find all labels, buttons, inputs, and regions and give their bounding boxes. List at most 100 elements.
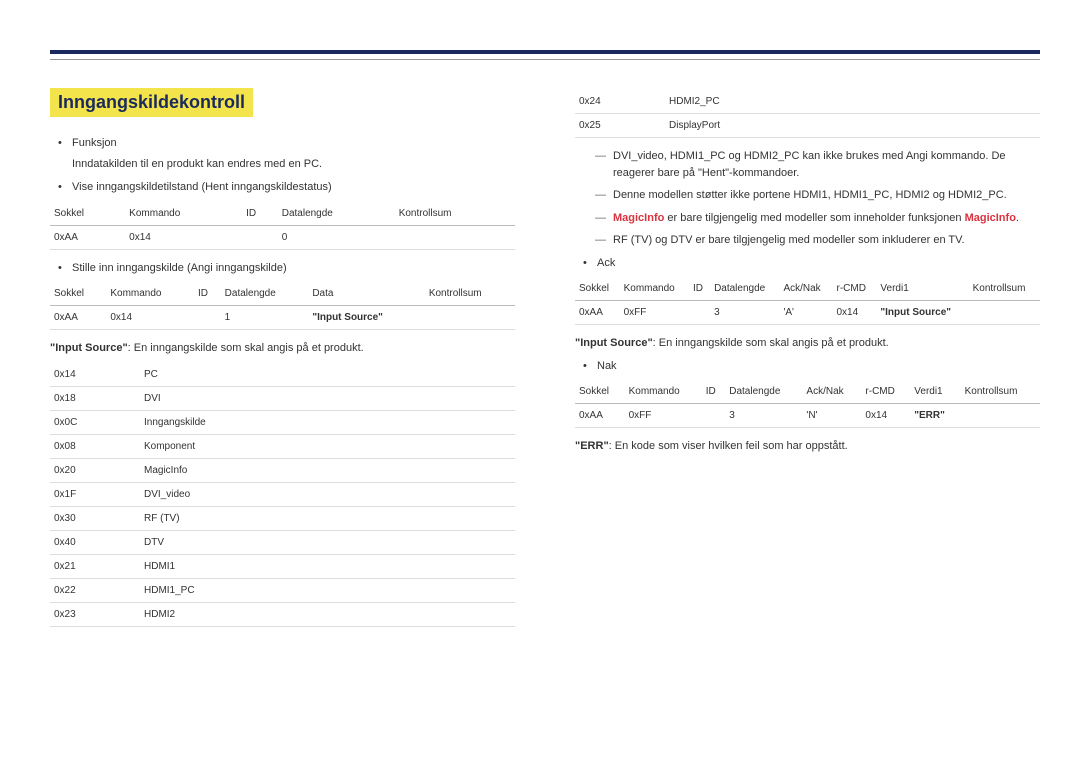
- top-divider: [50, 50, 1040, 60]
- th: Ack/Nak: [802, 380, 861, 404]
- table-row: 0x25DisplayPort: [575, 114, 1040, 138]
- td: 'A': [779, 301, 832, 325]
- td: 0xAA: [575, 404, 625, 428]
- ack-bullet: Ack: [587, 255, 1040, 272]
- td: [969, 301, 1040, 325]
- get-status-table: Sokkel Kommando ID Datalengde Kontrollsu…: [50, 202, 515, 250]
- table-row: 0x40DTV: [50, 530, 515, 554]
- table-row: 0x0CInngangskilde: [50, 410, 515, 434]
- td: "Input Source": [308, 306, 425, 330]
- section-heading: Inngangskildekontroll: [50, 88, 253, 117]
- funksjon-text: Inndatakilden til en produkt kan endres …: [72, 156, 515, 174]
- table-row: 0x20MagicInfo: [50, 458, 515, 482]
- left-column: Inngangskildekontroll Funksjon Inndataki…: [50, 88, 515, 637]
- td: HDMI1_PC: [140, 578, 515, 602]
- td: 0x14: [50, 363, 140, 387]
- td: [689, 301, 710, 325]
- th: r-CMD: [833, 277, 877, 301]
- td: 0x22: [50, 578, 140, 602]
- td: 0x18: [50, 386, 140, 410]
- td: HDMI2: [140, 602, 515, 626]
- table-row: 0x30RF (TV): [50, 506, 515, 530]
- th: Kontrollsum: [969, 277, 1040, 301]
- nak-bullet: Nak: [587, 358, 1040, 375]
- period: .: [1016, 212, 1019, 224]
- td: Komponent: [140, 434, 515, 458]
- td: 0x24: [575, 90, 665, 114]
- td: [395, 225, 515, 249]
- td: 0x30: [50, 506, 140, 530]
- ack-table: Sokkel Kommando ID Datalengde Ack/Nak r-…: [575, 277, 1040, 325]
- td: DTV: [140, 530, 515, 554]
- th: Sokkel: [50, 202, 125, 226]
- th: Datalengde: [725, 380, 802, 404]
- table-row: 0xAA 0xFF 3 'N' 0x14 "ERR": [575, 404, 1040, 428]
- td: RF (TV): [140, 506, 515, 530]
- table-row: 0x18DVI: [50, 386, 515, 410]
- td: [194, 306, 221, 330]
- funksjon-bullet: Funksjon Inndatakilden til en produkt ka…: [62, 135, 515, 173]
- td: [961, 404, 1040, 428]
- magicinfo-label: MagicInfo: [613, 212, 664, 224]
- th: Verdi1: [876, 277, 968, 301]
- td: "Input Source": [876, 301, 968, 325]
- right-column: 0x24HDMI2_PC 0x25DisplayPort DVI_video, …: [575, 88, 1040, 637]
- table-row: 0xAA 0x14 0: [50, 225, 515, 249]
- table-row: 0xAA 0xFF 3 'A' 0x14 "Input Source": [575, 301, 1040, 325]
- td: 'N': [802, 404, 861, 428]
- note-dvi: DVI_video, HDMI1_PC og HDMI2_PC kan ikke…: [599, 148, 1040, 181]
- td: [702, 404, 725, 428]
- note-text: er bare tilgjengelig med modeller som in…: [664, 212, 964, 224]
- note-magicinfo: MagicInfo er bare tilgjengelig med model…: [599, 210, 1040, 227]
- th: ID: [242, 202, 278, 226]
- td: 0x08: [50, 434, 140, 458]
- table-row: 0x1FDVI_video: [50, 482, 515, 506]
- note-rf: RF (TV) og DTV er bare tilgjengelig med …: [599, 232, 1040, 249]
- td: Inngangskilde: [140, 410, 515, 434]
- th: ID: [689, 277, 710, 301]
- td: 0x14: [106, 306, 194, 330]
- td: 0x14: [861, 404, 910, 428]
- td: 0x40: [50, 530, 140, 554]
- vise-bullet: Vise inngangskildetilstand (Hent inngang…: [62, 179, 515, 196]
- table-row: 0x24HDMI2_PC: [575, 90, 1040, 114]
- td: 0x1F: [50, 482, 140, 506]
- th: Data: [308, 282, 425, 306]
- td: 3: [710, 301, 779, 325]
- desc-text: : En inngangskilde som skal angis på et …: [128, 342, 364, 354]
- magicinfo-label-2: MagicInfo: [965, 212, 1016, 224]
- err-text: : En kode som viser hvilken feil som har…: [609, 440, 848, 452]
- th: Kontrollsum: [425, 282, 515, 306]
- note-model: Denne modellen støtter ikke portene HDMI…: [599, 187, 1040, 204]
- desc-label: "Input Source": [575, 337, 653, 349]
- set-source-table: Sokkel Kommando ID Datalengde Data Kontr…: [50, 282, 515, 330]
- th: Datalengde: [221, 282, 309, 306]
- td: DVI_video: [140, 482, 515, 506]
- source-codes-table: 0x14PC 0x18DVI 0x0CInngangskilde 0x08Kom…: [50, 363, 515, 627]
- th: Ack/Nak: [779, 277, 832, 301]
- desc-text: : En inngangskilde som skal angis på et …: [653, 337, 889, 349]
- desc-label: "Input Source": [50, 342, 128, 354]
- nak-table: Sokkel Kommando ID Datalengde Ack/Nak r-…: [575, 380, 1040, 428]
- td: 0xAA: [575, 301, 620, 325]
- td: [242, 225, 278, 249]
- td: 0: [278, 225, 395, 249]
- td: "ERR": [910, 404, 960, 428]
- th: Datalengde: [710, 277, 779, 301]
- td: 0x14: [833, 301, 877, 325]
- two-column-layout: Inngangskildekontroll Funksjon Inndataki…: [50, 88, 1040, 637]
- input-source-desc: "Input Source": En inngangskilde som ska…: [50, 340, 515, 357]
- table-row: 0x23HDMI2: [50, 602, 515, 626]
- td: DisplayPort: [665, 114, 1040, 138]
- th: r-CMD: [861, 380, 910, 404]
- td: 1: [221, 306, 309, 330]
- td: 0x25: [575, 114, 665, 138]
- th: Kontrollsum: [961, 380, 1040, 404]
- err-label: "ERR": [575, 440, 609, 452]
- td: 0x21: [50, 554, 140, 578]
- td: DVI: [140, 386, 515, 410]
- th: Kontrollsum: [395, 202, 515, 226]
- td: 0xAA: [50, 306, 106, 330]
- th: ID: [702, 380, 725, 404]
- funksjon-label: Funksjon: [72, 137, 117, 149]
